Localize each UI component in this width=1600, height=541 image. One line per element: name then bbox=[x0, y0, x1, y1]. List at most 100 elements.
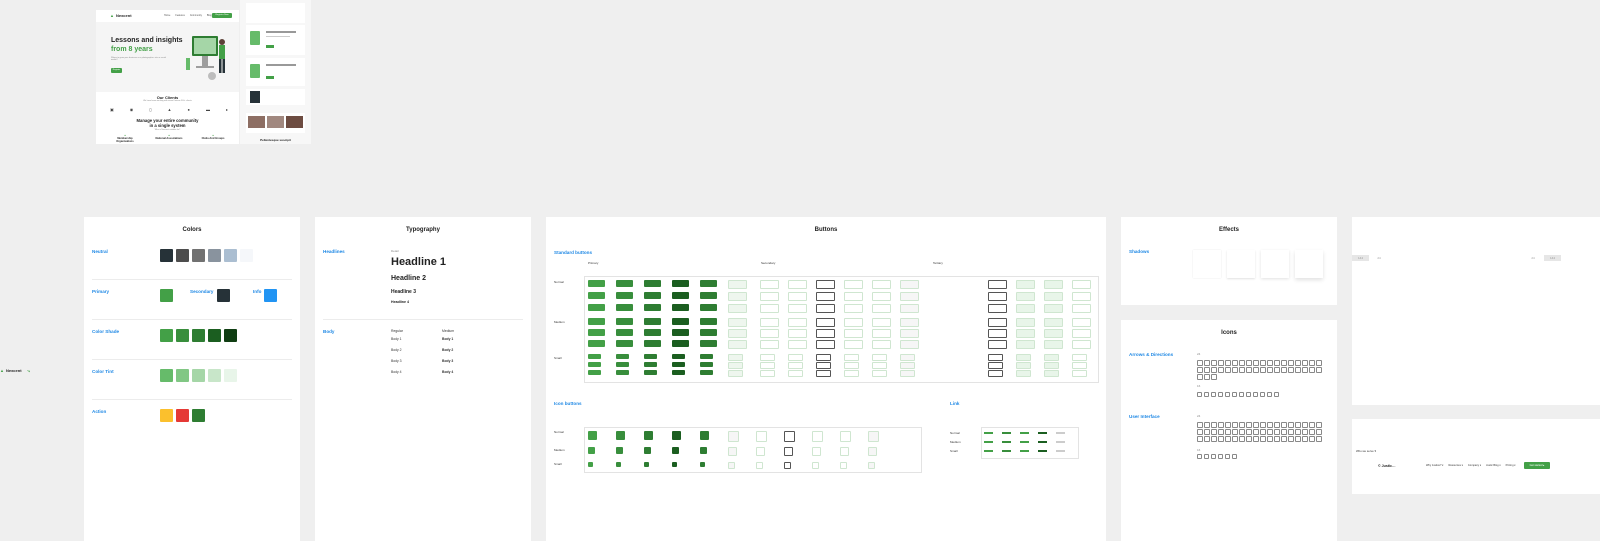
sample-button[interactable] bbox=[644, 280, 661, 287]
sample-button[interactable] bbox=[672, 370, 685, 375]
sample-button[interactable] bbox=[700, 292, 717, 299]
nav-link[interactable]: Features bbox=[175, 14, 184, 17]
sample-button[interactable] bbox=[616, 280, 633, 287]
sample-button[interactable] bbox=[1044, 354, 1059, 361]
sample-button[interactable] bbox=[644, 340, 661, 347]
sample-button[interactable] bbox=[932, 362, 945, 367]
sample-icon-button[interactable] bbox=[756, 462, 763, 469]
sample-link[interactable] bbox=[1056, 450, 1065, 452]
sample-button[interactable] bbox=[588, 362, 601, 367]
sample-button[interactable] bbox=[644, 370, 657, 375]
sample-icon-button[interactable] bbox=[700, 431, 709, 440]
sample-icon-button[interactable] bbox=[868, 431, 879, 442]
sample-icon-button[interactable] bbox=[868, 462, 875, 469]
sample-button[interactable] bbox=[844, 292, 863, 301]
sample-icon-button[interactable] bbox=[588, 462, 593, 467]
sample-button[interactable] bbox=[728, 304, 747, 313]
sample-button[interactable] bbox=[960, 292, 977, 299]
sample-button[interactable] bbox=[1016, 329, 1035, 338]
sample-button[interactable] bbox=[700, 280, 717, 287]
sample-icon-button[interactable] bbox=[812, 462, 819, 469]
sample-button[interactable] bbox=[872, 318, 891, 327]
sample-button[interactable] bbox=[788, 340, 807, 349]
sample-button[interactable] bbox=[1072, 304, 1091, 313]
sample-button[interactable] bbox=[588, 340, 605, 347]
sample-link[interactable] bbox=[1002, 441, 1011, 443]
sample-button[interactable] bbox=[1044, 370, 1059, 377]
sample-button[interactable] bbox=[1016, 280, 1035, 289]
sample-button[interactable] bbox=[900, 354, 915, 361]
sample-button[interactable] bbox=[816, 340, 835, 349]
sample-button[interactable] bbox=[844, 329, 863, 338]
sample-button[interactable] bbox=[700, 318, 717, 325]
sample-link[interactable] bbox=[1038, 450, 1047, 452]
sample-button[interactable] bbox=[932, 340, 949, 347]
sample-icon-button[interactable] bbox=[672, 462, 677, 467]
sample-button[interactable] bbox=[988, 318, 1007, 327]
sample-button[interactable] bbox=[900, 370, 915, 377]
sample-icon-button[interactable] bbox=[728, 447, 737, 456]
sample-button[interactable] bbox=[700, 370, 713, 375]
sample-button[interactable] bbox=[988, 280, 1007, 289]
sample-icon-button[interactable] bbox=[728, 431, 739, 442]
sample-button[interactable] bbox=[1044, 362, 1059, 369]
sample-link[interactable] bbox=[984, 450, 993, 452]
sample-button[interactable] bbox=[960, 318, 977, 325]
sample-button[interactable] bbox=[760, 280, 779, 289]
sample-link[interactable] bbox=[1038, 432, 1047, 434]
sample-button[interactable] bbox=[844, 280, 863, 289]
sample-button[interactable] bbox=[1044, 329, 1063, 338]
sample-button[interactable] bbox=[1044, 318, 1063, 327]
serve-dropdown[interactable]: Who we serve ▾ bbox=[1356, 449, 1376, 453]
sample-button[interactable] bbox=[900, 280, 919, 289]
sample-button[interactable] bbox=[588, 318, 605, 325]
sample-button[interactable] bbox=[728, 354, 743, 361]
sample-button[interactable] bbox=[760, 370, 775, 377]
sample-button[interactable] bbox=[844, 304, 863, 313]
sample-button[interactable] bbox=[700, 354, 713, 359]
header-link[interactable]: Company ▾ bbox=[1468, 464, 1481, 467]
sample-icon-button[interactable] bbox=[672, 431, 681, 440]
sample-button[interactable] bbox=[1016, 292, 1035, 301]
sample-button[interactable] bbox=[672, 340, 689, 347]
sample-button[interactable] bbox=[1072, 280, 1091, 289]
sample-button[interactable] bbox=[644, 318, 661, 325]
sample-button[interactable] bbox=[960, 362, 973, 367]
sample-button[interactable] bbox=[672, 329, 689, 336]
sample-button[interactable] bbox=[588, 280, 605, 287]
sample-button[interactable] bbox=[844, 318, 863, 327]
sample-button[interactable] bbox=[816, 329, 835, 338]
sample-button[interactable] bbox=[788, 318, 807, 327]
sample-button[interactable] bbox=[816, 354, 831, 361]
sample-link[interactable] bbox=[1056, 441, 1065, 443]
sample-button[interactable] bbox=[760, 292, 779, 301]
sample-button[interactable] bbox=[672, 318, 689, 325]
sample-button[interactable] bbox=[788, 354, 803, 361]
sample-button[interactable] bbox=[900, 318, 919, 327]
sample-button[interactable] bbox=[760, 318, 779, 327]
sample-button[interactable] bbox=[728, 329, 747, 338]
sample-button[interactable] bbox=[760, 354, 775, 361]
header-link[interactable]: Why Justice? ▾ bbox=[1426, 464, 1443, 467]
sample-button[interactable] bbox=[932, 318, 949, 325]
sample-button[interactable] bbox=[728, 292, 747, 301]
nav-link[interactable]: Home bbox=[164, 14, 170, 17]
sample-button[interactable] bbox=[644, 292, 661, 299]
header-logo[interactable]: © Justic… bbox=[1378, 464, 1396, 468]
sample-icon-button[interactable] bbox=[840, 431, 851, 442]
sample-icon-button[interactable] bbox=[868, 447, 877, 456]
sample-button[interactable] bbox=[588, 304, 605, 311]
sample-button[interactable] bbox=[760, 340, 779, 349]
nav-link[interactable]: Community bbox=[190, 14, 202, 17]
sample-link[interactable] bbox=[1020, 432, 1029, 434]
sample-button[interactable] bbox=[644, 362, 657, 367]
sample-link[interactable] bbox=[1020, 441, 1029, 443]
sample-button[interactable] bbox=[872, 292, 891, 301]
sample-button[interactable] bbox=[988, 354, 1003, 361]
sample-button[interactable] bbox=[616, 329, 633, 336]
sample-button[interactable] bbox=[816, 304, 835, 313]
sample-button[interactable] bbox=[588, 329, 605, 336]
sample-button[interactable] bbox=[988, 340, 1007, 349]
sample-icon-button[interactable] bbox=[784, 431, 795, 442]
get-started-button[interactable]: Get started ▸ bbox=[1524, 462, 1550, 469]
